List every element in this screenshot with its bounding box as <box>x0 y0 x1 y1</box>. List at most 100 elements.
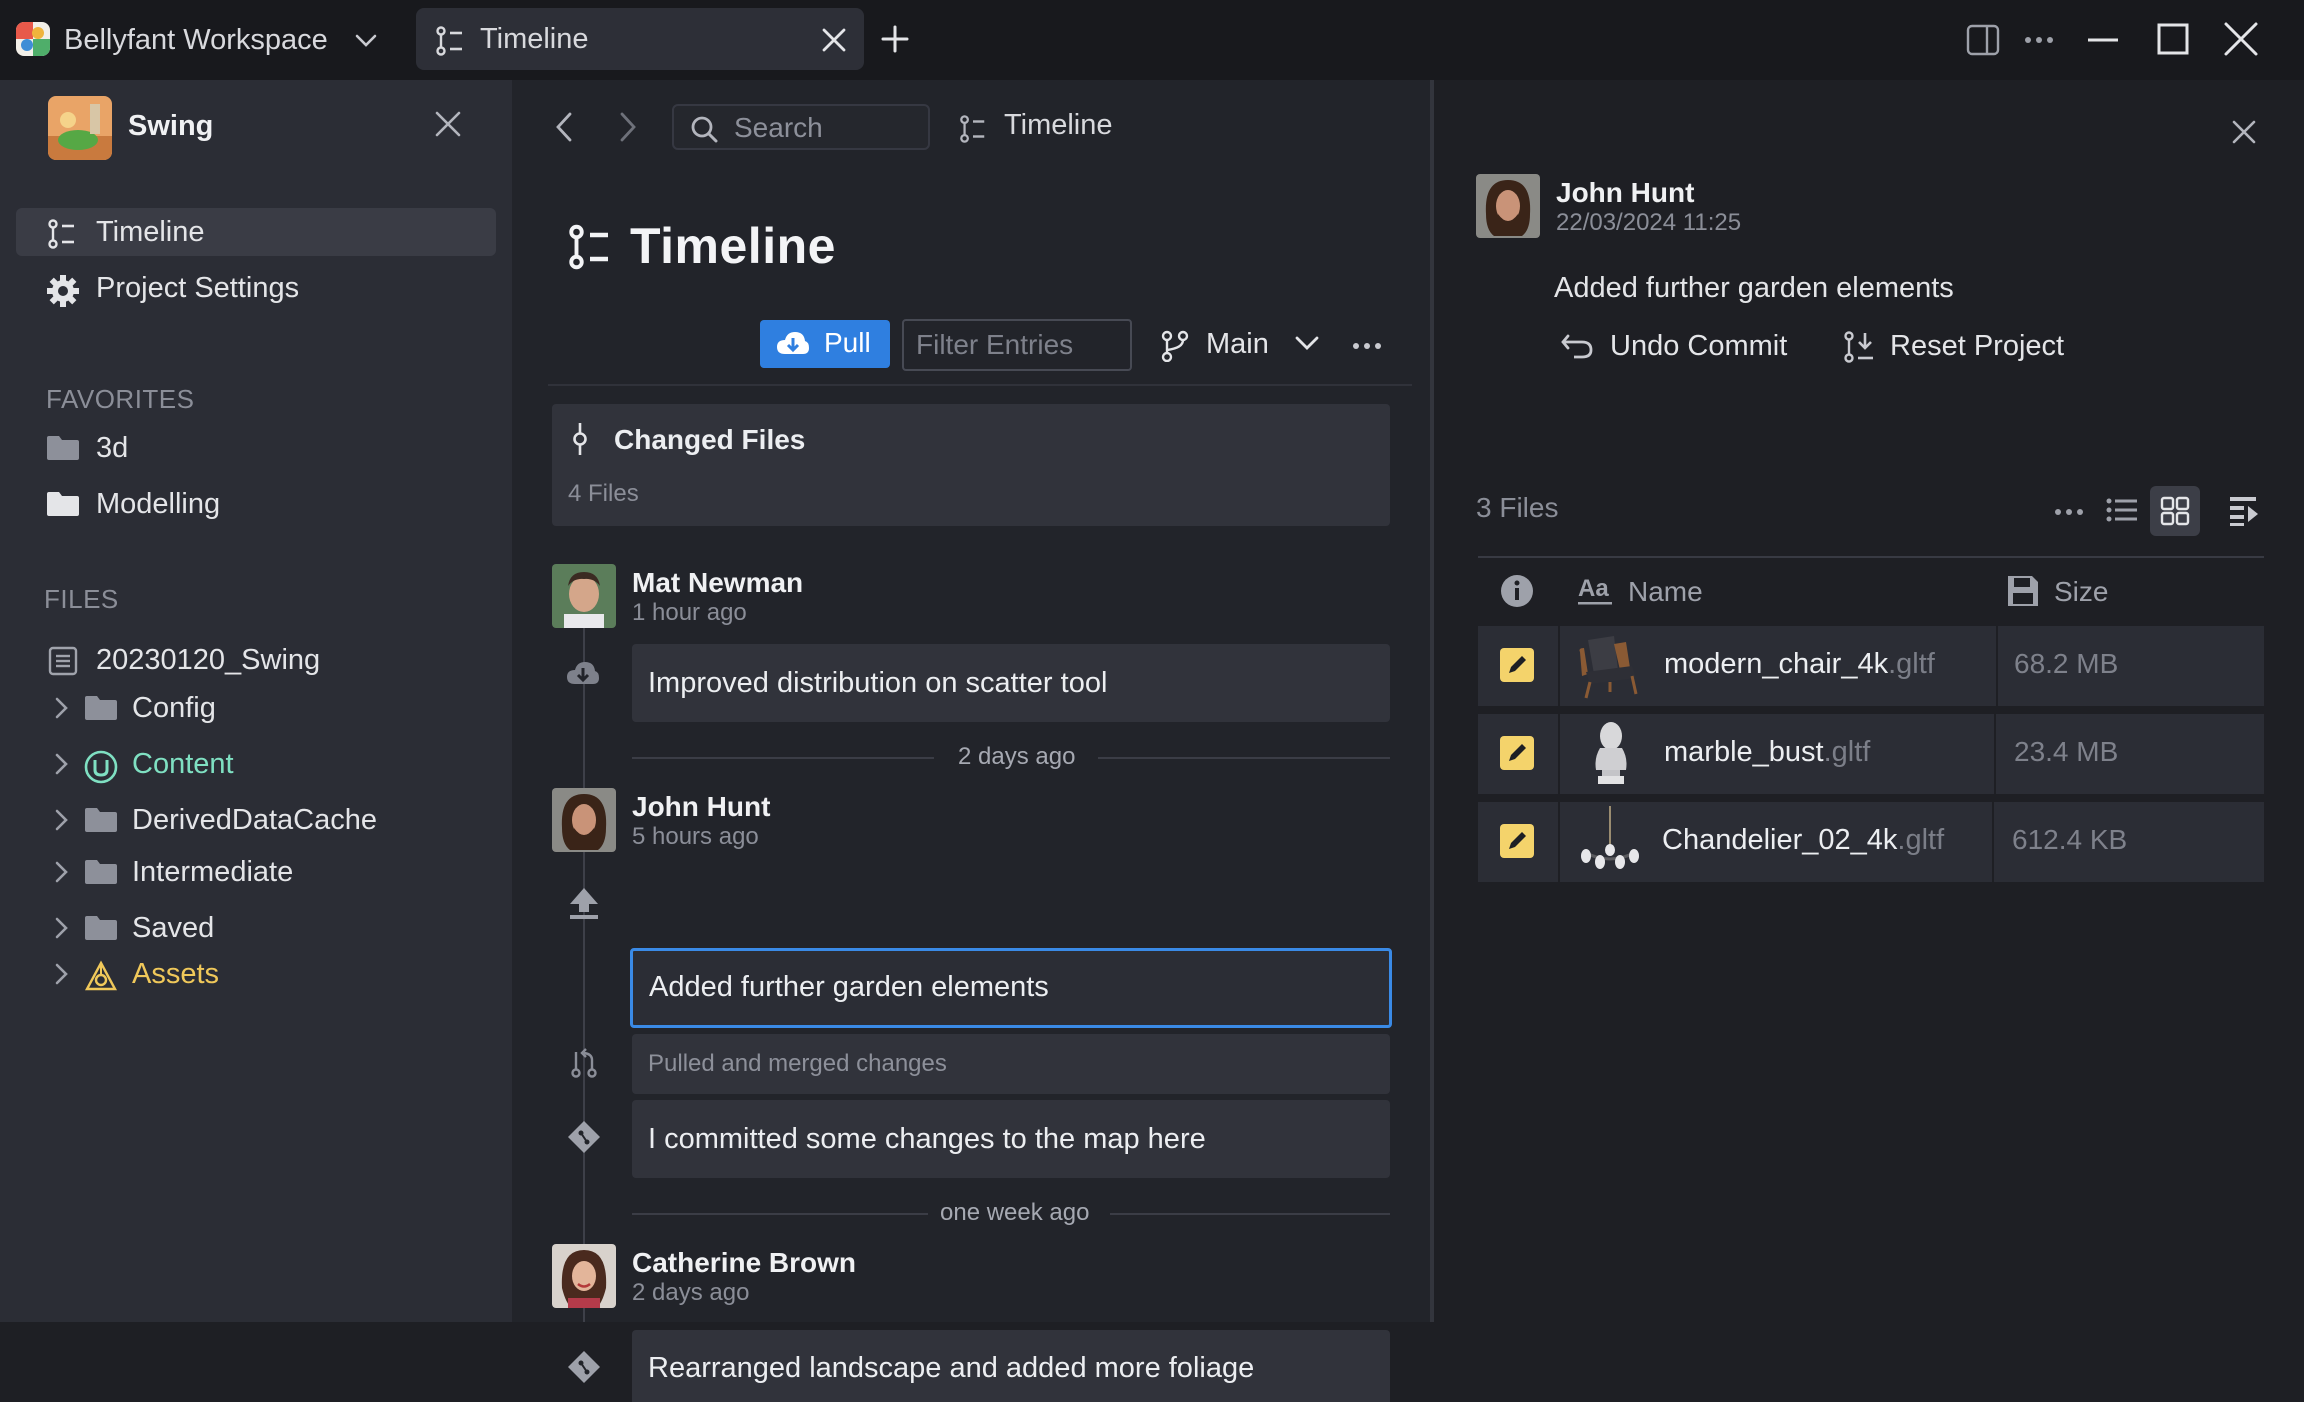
modified-badge[interactable] <box>1500 648 1534 682</box>
modified-badge[interactable] <box>1500 736 1534 770</box>
changed-files-card[interactable]: Changed Files 4 Files <box>552 404 1390 526</box>
chevron-right-icon[interactable] <box>52 808 72 837</box>
close-icon[interactable] <box>434 110 462 143</box>
workspace-name[interactable]: Bellyfant Workspace <box>64 20 328 60</box>
branch-icon <box>1160 330 1190 367</box>
folder-icon <box>84 806 118 839</box>
timeline-panel: Timeline Timeline Pull Main Changed File… <box>512 80 1430 1402</box>
more-icon[interactable] <box>2054 504 2084 522</box>
tree-item-label: DerivedDataCache <box>132 804 378 836</box>
timeline-icon <box>434 25 466 62</box>
chevron-down-icon <box>1294 334 1320 359</box>
file-size: 68.2 MB <box>2014 648 2119 679</box>
merge-icon <box>570 1048 598 1083</box>
file-name: marble_bust.gltf <box>1664 736 1871 768</box>
search-input[interactable] <box>734 112 914 144</box>
search-box[interactable] <box>672 104 930 150</box>
chevron-right-icon[interactable] <box>52 962 72 991</box>
avatar[interactable] <box>552 1244 616 1308</box>
branch-selector[interactable]: Main <box>1160 318 1330 370</box>
chevron-right-icon[interactable] <box>52 916 72 945</box>
timeline-entry[interactable]: Pulled and merged changes <box>632 1034 1390 1094</box>
sidebar-item-timeline[interactable]: Timeline <box>16 208 496 256</box>
project-avatar[interactable] <box>48 96 112 160</box>
breadcrumb[interactable]: Timeline <box>1004 107 1113 143</box>
timeline-icon <box>566 222 614 277</box>
commit-icon <box>570 422 590 461</box>
maximize-icon[interactable] <box>2156 22 2190 61</box>
file-extension: .gltf <box>1888 648 1935 680</box>
chevron-right-icon[interactable] <box>52 752 72 781</box>
time-separator: 2 days ago <box>632 742 1390 772</box>
avatar[interactable] <box>552 788 616 852</box>
commit-details-panel: John Hunt 22/03/2024 11:25 Added further… <box>1434 80 2304 1322</box>
filter-entries-input[interactable] <box>902 319 1132 371</box>
file-name: modern_chair_4k.gltf <box>1664 648 1935 680</box>
modified-badge[interactable] <box>1500 824 1534 858</box>
tab-timeline[interactable]: Timeline <box>416 8 864 70</box>
upload-icon <box>568 886 600 925</box>
more-icon[interactable] <box>1352 338 1382 356</box>
files-count: 3 Files <box>1476 492 1559 523</box>
detail-view-icon[interactable] <box>2228 494 2260 533</box>
timeline-entry[interactable]: I committed some changes to the map here <box>632 1100 1390 1178</box>
back-icon[interactable] <box>552 110 576 149</box>
folder-icon <box>84 914 118 947</box>
root-file-label: 20230120_Swing <box>96 644 321 676</box>
grid-view-toggle[interactable] <box>2150 486 2200 536</box>
favorites-heading: FAVORITES <box>46 384 195 414</box>
git-commit-icon <box>567 1350 601 1389</box>
author-name: John Hunt <box>632 791 771 822</box>
list-view-icon[interactable] <box>2106 496 2138 529</box>
divider <box>1478 556 2264 558</box>
author-time: 5 hours ago <box>632 823 759 850</box>
reset-icon <box>1842 330 1876 369</box>
pull-label: Pull <box>824 327 871 358</box>
reset-project-button[interactable]: Reset Project <box>1842 324 2082 368</box>
folder-icon <box>46 490 80 523</box>
search-icon <box>690 115 718 148</box>
window-close-icon[interactable] <box>2222 20 2260 63</box>
chair-thumbnail <box>1574 630 1646 702</box>
workspace-logo[interactable] <box>16 22 50 56</box>
sidebar-item-project-settings[interactable]: Project Settings <box>16 264 496 312</box>
file-row[interactable]: marble_bust.gltf 23.4 MB <box>1478 714 2264 794</box>
tree-item-label: Saved <box>132 912 215 944</box>
more-icon[interactable] <box>2024 26 2054 59</box>
chevron-right-icon[interactable] <box>52 696 72 725</box>
timeline-entry-selected[interactable]: Added further garden elements <box>630 948 1392 1028</box>
text-type-icon: Aa <box>1578 575 1614 611</box>
chevron-right-icon[interactable] <box>52 860 72 889</box>
undo-icon <box>1560 332 1594 365</box>
minimize-icon[interactable] <box>2086 24 2120 61</box>
undo-commit-button[interactable]: Undo Commit <box>1560 324 1800 368</box>
panel-toggle-icon[interactable] <box>1966 24 2000 61</box>
tree-item-label: Assets <box>132 958 220 990</box>
add-tab-icon[interactable] <box>880 24 910 59</box>
author-name: Mat Newman <box>632 567 804 598</box>
info-icon[interactable] <box>1500 574 1534 613</box>
column-header-name[interactable]: Name <box>1628 574 1703 610</box>
svg-text:Aa: Aa <box>1578 576 1609 602</box>
changed-files-count: 4 Files <box>568 480 639 507</box>
avatar[interactable] <box>1476 174 1540 238</box>
timeline-line <box>583 620 585 1322</box>
bust-thumbnail <box>1574 718 1646 790</box>
folder-icon <box>84 694 118 727</box>
avatar[interactable] <box>552 564 616 628</box>
forward-icon[interactable] <box>616 110 640 149</box>
timeline-entry[interactable]: Improved distribution on scatter tool <box>632 644 1390 722</box>
author-name: John Hunt <box>1556 177 1695 208</box>
file-row[interactable]: modern_chair_4k.gltf 68.2 MB <box>1478 626 2264 706</box>
close-icon[interactable] <box>2230 118 2258 151</box>
column-header-size[interactable]: Size <box>2054 574 2108 610</box>
file-size: 612.4 KB <box>2012 824 2128 855</box>
timeline-icon <box>46 218 78 255</box>
sidebar-item-label: Project Settings <box>96 272 300 304</box>
file-row[interactable]: Chandelier_02_4k.gltf 612.4 KB <box>1478 802 2264 882</box>
pull-button[interactable]: Pull <box>760 320 890 368</box>
close-icon[interactable] <box>820 26 848 59</box>
timeline-entry[interactable]: Rearranged landscape and added more foli… <box>632 1330 1390 1402</box>
entry-message: Added further garden elements <box>649 971 1049 1003</box>
chevron-down-icon[interactable] <box>352 26 380 59</box>
